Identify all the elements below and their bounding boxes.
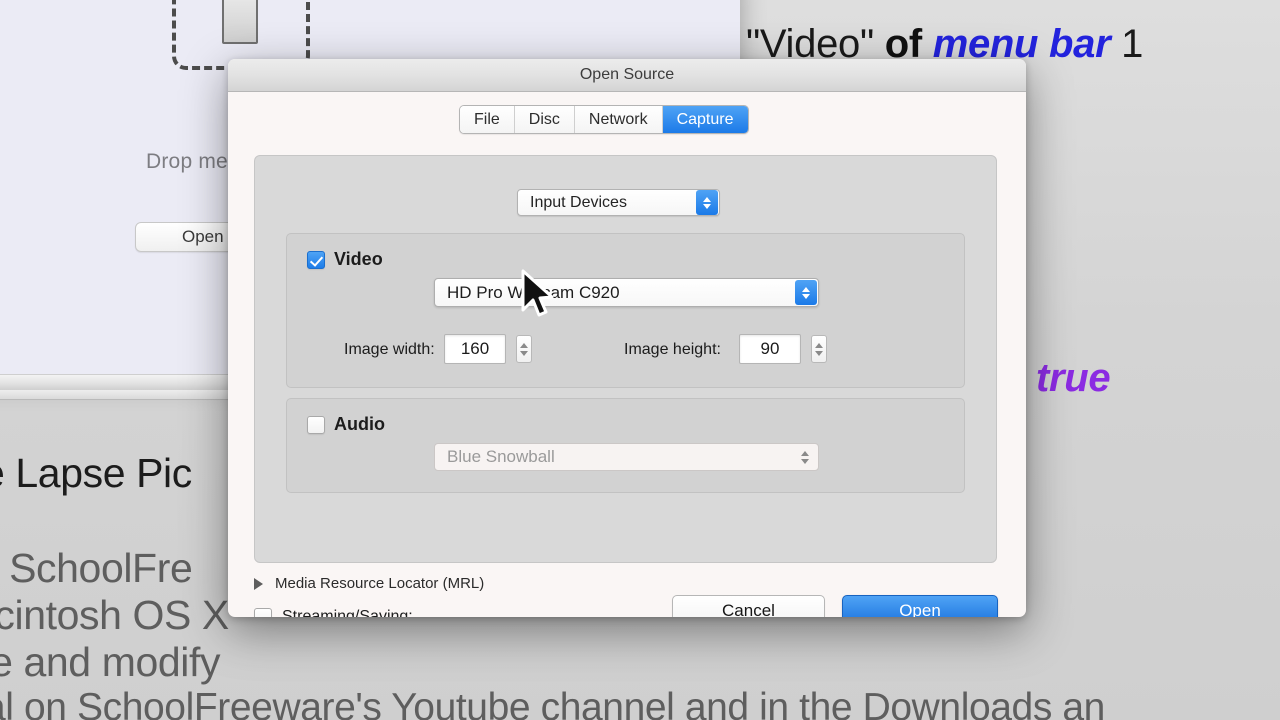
video-group: Video HD Pro Webcam C920 Image width: 16… — [286, 233, 965, 388]
image-height-input[interactable]: 90 — [739, 334, 801, 364]
mrl-label: Media Resource Locator (MRL) — [275, 575, 485, 592]
open-source-dialog: Open Source File Disc Network Capture In… — [228, 59, 1026, 617]
code-value-true: true — [1035, 356, 1111, 400]
open-button[interactable]: Open — [842, 595, 998, 617]
background-doc-line-5: al on SchoolFreeware's Youtube channel a… — [0, 686, 1105, 720]
image-width-input[interactable]: 160 — [444, 334, 506, 364]
chevron-updown-icon — [795, 280, 817, 305]
image-width-label: Image width: — [344, 341, 435, 358]
audio-checkbox[interactable] — [307, 415, 325, 434]
background-doc-line-4: se and modify — [0, 639, 221, 685]
streaming-saving-checkbox[interactable] — [254, 608, 272, 617]
tab-capture[interactable]: Capture — [662, 106, 748, 133]
dialog-title: Open Source — [579, 66, 675, 83]
background-doc-line-2: y SchoolFre — [0, 545, 193, 591]
image-width-stepper[interactable] — [516, 335, 532, 363]
triangle-right-icon[interactable] — [254, 577, 263, 590]
input-devices-select[interactable]: Input Devices — [517, 189, 720, 216]
audio-device-value: Blue Snowball — [447, 447, 555, 466]
document-icon — [222, 0, 258, 44]
streaming-saving-label: Streaming/Saving: — [282, 608, 413, 617]
image-height-stepper[interactable] — [811, 335, 827, 363]
chevron-updown-icon — [696, 190, 718, 215]
mrl-disclosure-row[interactable]: Media Resource Locator (MRL) — [254, 575, 484, 592]
input-devices-value: Input Devices — [530, 193, 627, 211]
screen: "Video" of menu bar 1 to true e Lapse Pi… — [0, 0, 1280, 720]
audio-label: Audio — [334, 414, 385, 434]
image-height-label: Image height: — [624, 341, 721, 358]
audio-group: Audio Blue Snowball — [286, 398, 965, 493]
streaming-saving-row[interactable]: Streaming/Saving: — [254, 608, 413, 617]
tab-bar: File Disc Network Capture — [459, 105, 749, 134]
tab-file[interactable]: File — [460, 106, 515, 133]
background-doc-line-3: acintosh OS X — [0, 592, 229, 638]
cancel-button[interactable]: Cancel — [672, 595, 825, 617]
code-number: 1 — [1121, 22, 1144, 66]
video-checkbox-row[interactable]: Video — [307, 249, 383, 270]
video-checkbox[interactable] — [307, 250, 325, 269]
tab-disc[interactable]: Disc — [514, 106, 575, 133]
audio-device-select[interactable]: Blue Snowball — [434, 443, 819, 471]
chevron-updown-icon — [796, 445, 814, 469]
image-size-row: Image width: 160 Image height: 90 — [287, 334, 966, 368]
tab-network[interactable]: Network — [574, 106, 663, 133]
video-device-select[interactable]: HD Pro Webcam C920 — [434, 278, 819, 307]
video-device-value: HD Pro Webcam C920 — [447, 282, 620, 302]
video-label: Video — [334, 249, 383, 269]
background-doc-line-1: e Lapse Pic — [0, 450, 192, 496]
audio-checkbox-row[interactable]: Audio — [307, 414, 385, 435]
dialog-titlebar: Open Source — [228, 59, 1026, 92]
